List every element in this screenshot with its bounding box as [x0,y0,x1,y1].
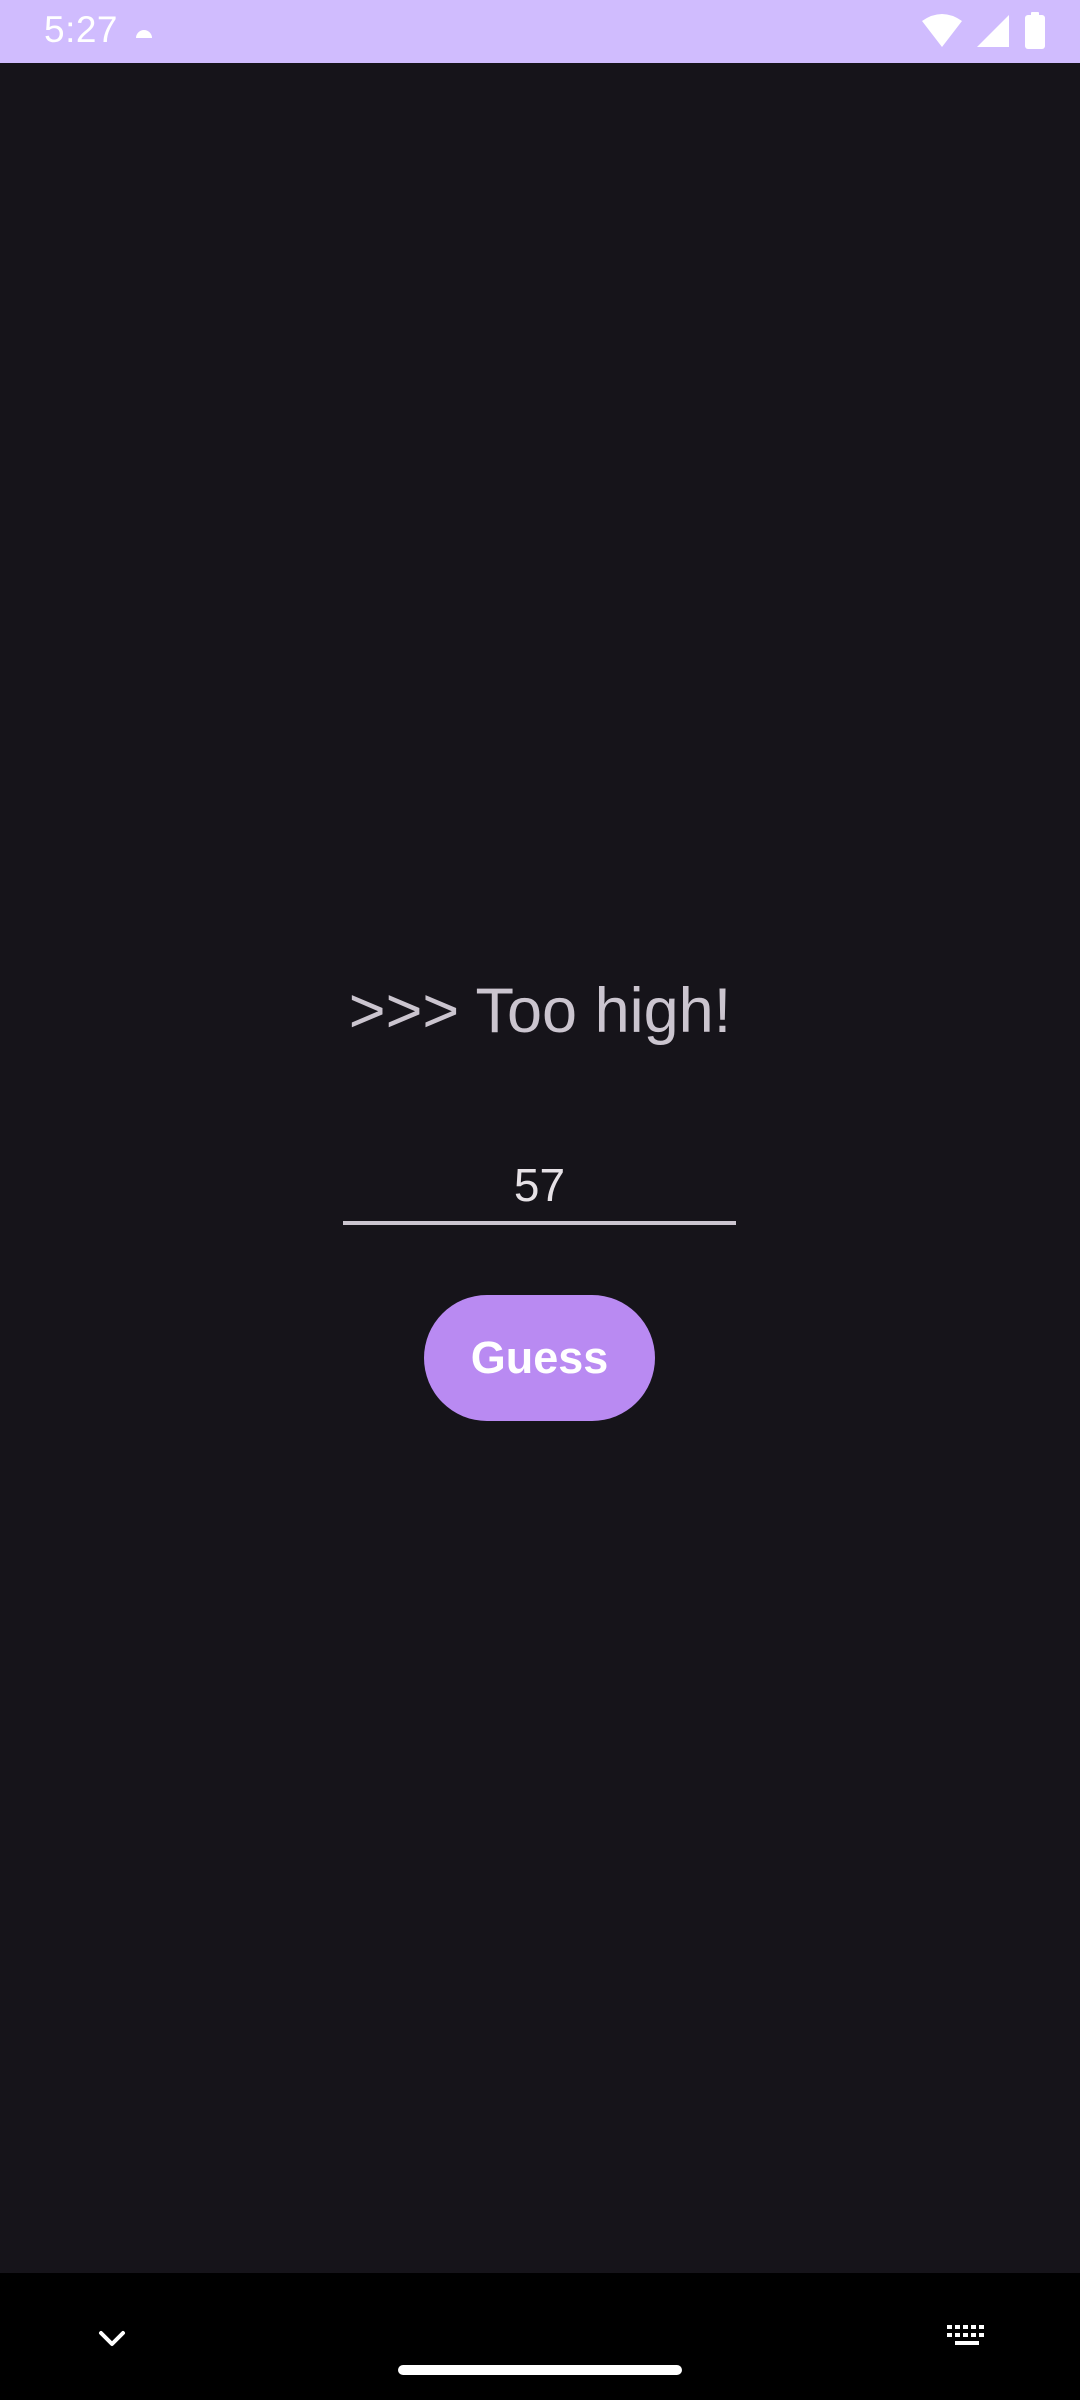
cell-signal-icon [977,15,1009,47]
keyboard-icon[interactable] [945,2322,989,2352]
chevron-down-icon[interactable] [95,2323,129,2353]
guess-button[interactable]: Guess [424,1295,655,1421]
result-message: >>> Too high! [348,976,732,1046]
navigation-bar [0,2273,1080,2400]
wifi-icon [922,14,962,47]
home-handle[interactable] [398,2365,682,2375]
status-time: 5:27 [44,9,119,50]
status-bar: 5:27 [0,0,1080,63]
guess-field[interactable] [343,1148,736,1225]
notification-icon [136,30,152,38]
battery-icon [1025,12,1045,49]
app-screen: 5:27 >>> Too high! Guess [0,0,1080,2400]
status-icons [922,12,1046,50]
guess-input[interactable] [343,1157,736,1212]
